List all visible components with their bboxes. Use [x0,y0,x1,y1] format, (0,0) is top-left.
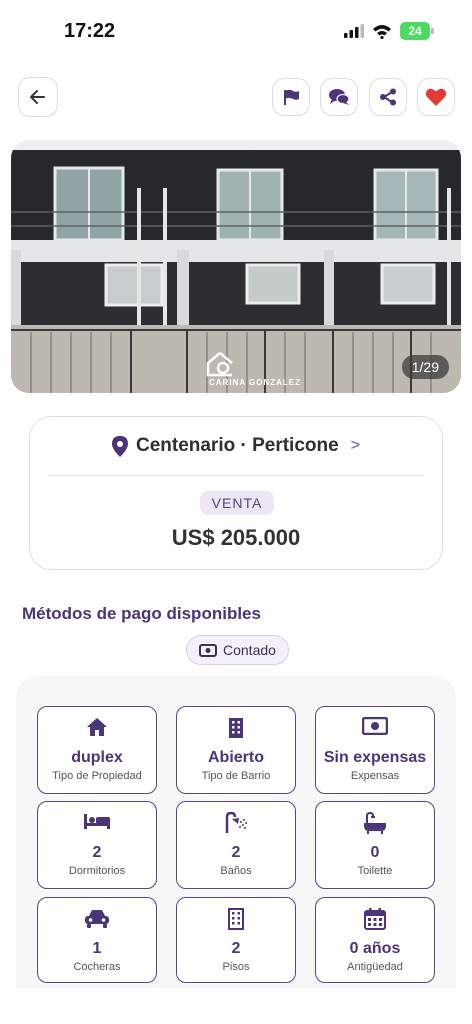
share-icon [380,88,396,106]
divider [48,475,424,476]
feature-label: Baños [220,865,252,877]
payment-method-chip: Contado [186,635,289,665]
feature-card-bathrooms: 2 Baños [176,801,296,889]
share-button[interactable] [369,78,407,116]
payment-method-label: Contado [223,642,276,658]
feature-label: Tipo de Barrio [201,770,271,782]
feature-value: 2 [231,940,241,957]
status-bar: 17:22 24 [0,0,472,60]
feature-card-garages: 1 Cocheras [37,897,157,983]
money-icon [362,717,388,735]
bathtub-icon [364,812,386,834]
feature-value: duplex [71,749,123,766]
operation-badge: VENTA [200,491,274,515]
feature-card-bedrooms: 2 Dormitorios [37,801,157,889]
feature-value: 1 [92,940,102,957]
chat-icon [329,89,350,105]
bed-icon [84,814,110,829]
calendar-icon [364,908,386,930]
heart-icon [425,88,447,106]
money-icon [199,643,217,657]
status-icons: 24 [344,22,434,40]
wifi-icon [373,24,391,39]
shower-icon [225,812,247,833]
feature-card-expenses: Sin expensas Expensas [315,706,435,794]
watermark-logo-icon [206,352,233,377]
flag-icon [284,89,299,105]
watermark: CARINA GONZALEZ [205,350,305,387]
feature-label: Pisos [222,961,250,973]
feature-value: 0 años [349,940,401,957]
location-text: Centenario · Perticone [135,435,339,456]
battery-level: 24 [408,24,422,38]
house-icon [87,718,107,736]
report-button[interactable] [272,78,310,116]
feature-card-neighborhood-type: Abierto Tipo de Barrio [176,706,296,794]
feature-label: Dormitorios [68,865,126,877]
battery-icon: 24 [400,22,434,40]
feature-value: 2 [92,844,102,861]
feature-value: 0 [370,844,380,861]
payment-methods-title: Métodos de pago disponibles [22,604,261,623]
signal-icon [344,24,364,38]
location-price-card: Centenario · Perticone > VENTA US$ 205.0… [29,416,443,570]
feature-card-toilette: 0 Toilette [315,801,435,889]
feature-card-property-type: duplex Tipo de Propiedad [37,706,157,794]
feature-label: Antigüedad [347,961,403,973]
map-pin-icon [111,435,128,457]
feature-label: Cocheras [73,961,121,973]
car-icon [85,910,109,928]
chat-button[interactable] [320,78,358,116]
feature-label: Tipo de Propiedad [52,770,142,782]
feature-value: Sin expensas [323,749,427,766]
feature-card-age: 0 años Antigüedad [315,897,435,983]
property-photo[interactable]: CARINA GONZALEZ 1/29 [11,140,461,393]
feature-label: Toilette [357,865,393,877]
location-link[interactable]: Centenario · Perticone > [30,435,442,457]
building-icon [229,718,243,738]
feature-card-floors: 2 Pisos [176,897,296,983]
status-time: 17:22 [64,20,116,42]
building-icon [228,908,244,930]
price: US$ 205.000 [171,525,301,550]
feature-value: Abierto [208,749,264,766]
watermark-text: CARINA GONZALEZ [208,378,302,387]
back-button[interactable] [18,77,58,117]
favorite-button[interactable] [417,78,455,116]
arrow-left-icon [30,90,45,104]
feature-label: Expensas [350,770,400,782]
features-panel: duplex Tipo de Propiedad Abierto Tipo de… [16,676,456,988]
photo-counter: 1/29 [401,355,449,379]
chevron-right-icon: > [350,437,361,454]
feature-value: 2 [231,844,241,861]
